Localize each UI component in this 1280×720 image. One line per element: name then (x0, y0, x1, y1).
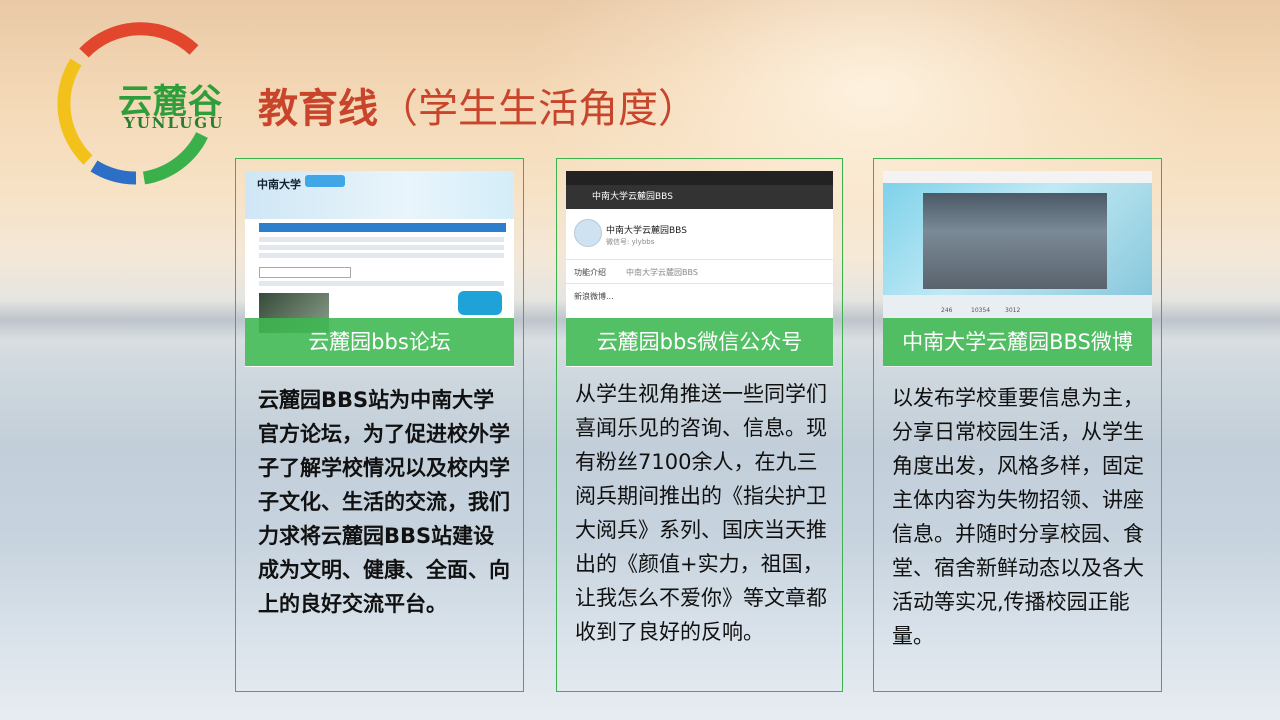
card-weibo: 246 10354 3012 中南大学云麓园BBS微博 以发布学校重要信息为主，… (873, 158, 1162, 692)
account-avatar (574, 219, 602, 247)
title-sub: （学生生活角度） (378, 86, 698, 132)
forum-row (259, 253, 504, 258)
account-id: 微信号: ylybbs (606, 238, 655, 246)
intro-label: 功能介绍 (574, 268, 606, 277)
forum-nav-bar (259, 223, 506, 232)
forum-logo-badge (305, 175, 345, 187)
divider (566, 259, 833, 260)
forum-row (259, 281, 504, 286)
weibo-label: 新浪微博... (574, 292, 614, 301)
forum-app-button (458, 291, 502, 315)
divider (566, 283, 833, 284)
forum-search-box (259, 267, 351, 278)
intro-value: 中南大学云麓园BBS (626, 268, 698, 277)
title-main: 教育线 (258, 85, 378, 132)
card-description: 以发布学校重要信息为主，分享日常校园生活，从学生角度出发，风格多样，固定主体内容… (892, 386, 1144, 648)
card-wechat: 中南大学云麓园BBS 中南大学云麓园BBS 微信号: ylybbs 功能介绍 中… (556, 158, 843, 692)
card-description: 从学生视角推送一些同学们喜闻乐见的咨询、信息。现有粉丝7100余人，在九三阅兵期… (575, 382, 827, 644)
card-label: 云麓园bbs论坛 (245, 318, 514, 366)
forum-site-name: 中南大学 (257, 178, 301, 191)
account-name: 中南大学云麓园BBS (606, 226, 687, 236)
card-description: 云麓园BBS站为中南大学官方论坛，为了促进校外学子了解学校情况以及校内学子文化、… (258, 388, 510, 616)
weibo-cover-photo (923, 193, 1107, 289)
weibo-stat: 246 (941, 307, 953, 314)
phone-status-bar (566, 171, 833, 185)
weibo-stat: 3012 (1005, 307, 1021, 314)
card-label: 云麓园bbs微信公众号 (566, 318, 833, 366)
wechat-header: 中南大学云麓园BBS (566, 185, 833, 209)
weibo-stat: 10354 (971, 307, 991, 314)
card-label: 中南大学云麓园BBS微博 (883, 318, 1152, 366)
slide-title: 教育线（学生生活角度） (258, 76, 698, 134)
forum-row (259, 245, 504, 250)
card-bbs-forum: 中南大学 云麓园bbs论坛 云麓园BBS站为中南大学官方论坛，为了促进校外学子了… (235, 158, 524, 692)
forum-row (259, 237, 504, 242)
logo-text-en: YUNLUGU (124, 114, 225, 132)
